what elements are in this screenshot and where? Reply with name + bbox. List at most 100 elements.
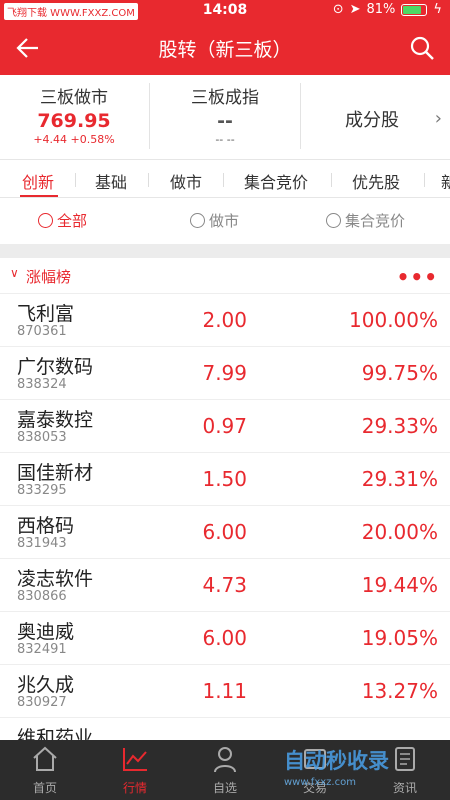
nav-market[interactable]: 行情 (90, 744, 180, 796)
stock-name: 飞利富 (17, 303, 75, 325)
stock-price: 6.00 (202, 626, 247, 650)
divider (148, 173, 149, 187)
stock-price: 2.00 (202, 308, 247, 332)
stock-code: 830927 (17, 695, 67, 710)
tab-market-making[interactable]: 做市 (170, 169, 202, 193)
stock-code: 831943 (17, 536, 67, 551)
watermark-url: www.fxxz.com (284, 777, 356, 788)
table-row[interactable]: 凌志软件 830866 4.73 19.44% (0, 559, 450, 612)
tab-basic[interactable]: 基础 (95, 169, 127, 193)
stock-code: 838053 (17, 430, 67, 445)
stock-change-pct: 100.00% (349, 308, 438, 332)
stock-name: 嘉泰数控 (17, 409, 94, 431)
nav-home[interactable]: 首页 (0, 744, 90, 796)
nav-watchlist[interactable]: 自选 (180, 744, 270, 796)
stock-price: 0.97 (202, 414, 247, 438)
auction-icon (326, 213, 341, 228)
page-title: 股转（新三板） (158, 39, 292, 61)
divider (223, 173, 224, 187)
section-gap (0, 244, 450, 258)
stock-code: 832491 (17, 642, 67, 657)
battery-percent: 81% (366, 2, 396, 17)
user-icon (214, 747, 236, 773)
divider (331, 173, 332, 187)
table-row[interactable]: 飞利富 870361 2.00 100.00% (0, 294, 450, 347)
nav-label: 首页 (32, 781, 57, 795)
stock-price: 6.00 (202, 520, 247, 544)
stock-price: 1.11 (202, 679, 247, 703)
table-row[interactable]: 国佳新材 833295 1.50 29.31% (0, 453, 450, 506)
stock-name: 奥迪威 (17, 621, 75, 643)
filter-market-making[interactable]: 做市 (190, 210, 239, 231)
watermark: 自动秒收录 www.fxxz.com (284, 745, 444, 797)
constituents-link[interactable]: 成分股 › (300, 75, 450, 160)
constituents-label: 成分股 (345, 110, 399, 131)
stock-price: 7.99 (202, 361, 247, 385)
index-component[interactable]: 三板成指 -- -- -- (150, 83, 300, 153)
table-row[interactable]: 西格码 831943 6.00 20.00% (0, 506, 450, 559)
divider (424, 173, 425, 187)
table-row[interactable]: 兆久成 830927 1.11 13.27% (0, 665, 450, 718)
charging-icon: ϟ (433, 2, 442, 17)
filter-auction[interactable]: 集合竞价 (326, 210, 405, 231)
index-value: 769.95 (37, 110, 111, 132)
location-icon: ➤ (349, 2, 361, 17)
index-summary: 三板做市 769.95 +4.44 +0.58% 三板成指 -- -- -- 成… (0, 75, 450, 160)
line-chart-icon (123, 748, 147, 771)
tab-auction[interactable]: 集合竞价 (244, 169, 308, 193)
filter-all[interactable]: 全部 (38, 210, 87, 231)
stock-change-pct: 19.05% (361, 626, 438, 650)
stock-name: 维和药业 (17, 727, 94, 740)
divider (75, 173, 76, 187)
nav-row: 股转（新三板） (0, 22, 450, 75)
gainers-header[interactable]: ∨ 涨幅榜 ••• (0, 258, 450, 294)
stock-code: 833295 (17, 483, 67, 498)
sub-filters: 全部 做市 集合竞价 (0, 198, 450, 244)
gainers-title: 涨幅榜 (26, 268, 72, 286)
chevron-down-icon: ∨ (10, 266, 19, 280)
stock-list: 飞利富 870361 2.00 100.00% 广尔数码 838324 7.99… (0, 294, 450, 740)
table-row[interactable]: 维和药业 (0, 718, 450, 740)
chevron-right-icon: › (434, 108, 442, 129)
category-tabs: 创新 基础 做市 集合竞价 优先股 新 (0, 160, 450, 198)
index-name: 三板做市 (40, 88, 108, 108)
bar-chart-icon (38, 213, 53, 228)
stock-price: 4.73 (202, 573, 247, 597)
table-row[interactable]: 奥迪威 832491 6.00 19.05% (0, 612, 450, 665)
index-market-maker[interactable]: 三板做市 769.95 +4.44 +0.58% (0, 83, 148, 153)
tab-innovation[interactable]: 创新 (22, 169, 54, 193)
stock-name: 国佳新材 (17, 462, 94, 484)
stock-code: 830866 (17, 589, 67, 604)
stock-change-pct: 19.44% (361, 573, 438, 597)
stock-price: 1.50 (202, 467, 247, 491)
nav-label: 自选 (212, 781, 237, 795)
stock-code: 838324 (17, 377, 67, 392)
stock-change-pct: 13.27% (361, 679, 438, 703)
index-value: -- (217, 110, 233, 132)
tab-new[interactable]: 新 (441, 169, 450, 193)
stock-change-pct: 29.31% (361, 467, 438, 491)
top-bar: 飞翔下载 WWW.FXXZ.COM 14:08 ⊙ ➤ 81% ϟ 股转（新三板… (0, 0, 450, 75)
home-icon (33, 746, 57, 771)
stock-change-pct: 20.00% (361, 520, 438, 544)
stock-change-pct: 99.75% (361, 361, 438, 385)
table-row[interactable]: 广尔数码 838324 7.99 99.75% (0, 347, 450, 400)
status-bar: 飞翔下载 WWW.FXXZ.COM 14:08 ⊙ ➤ 81% ϟ (0, 0, 450, 22)
status-icons: ⊙ ➤ 81% ϟ (333, 2, 442, 17)
nav-label: 行情 (122, 781, 147, 795)
stock-name: 西格码 (17, 515, 75, 537)
lock-rotation-icon: ⊙ (332, 2, 344, 17)
stock-change-pct: 29.33% (361, 414, 438, 438)
stock-name: 兆久成 (17, 674, 75, 696)
tab-preferred[interactable]: 优先股 (352, 169, 400, 193)
index-change: -- -- (215, 133, 235, 146)
index-change: +4.44 +0.58% (33, 133, 115, 146)
stock-name: 凌志软件 (17, 568, 94, 590)
stock-code: 870361 (17, 324, 67, 339)
table-row[interactable]: 嘉泰数控 838053 0.97 29.33% (0, 400, 450, 453)
battery-icon (401, 3, 428, 16)
market-making-icon (190, 213, 205, 228)
more-icon[interactable]: ••• (397, 265, 438, 289)
index-name: 三板成指 (191, 88, 259, 108)
search-icon[interactable] (408, 34, 436, 62)
